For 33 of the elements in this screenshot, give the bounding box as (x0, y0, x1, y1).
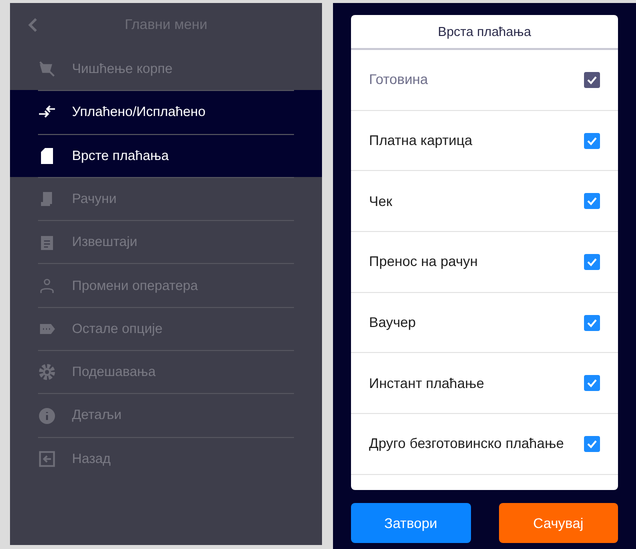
clipboard-icon (38, 233, 56, 252)
checkmark-icon (586, 134, 598, 147)
menu-item[interactable]: Врсте плаћања (10, 134, 322, 177)
checkmark-icon (586, 377, 598, 390)
settings-icon (38, 363, 56, 382)
checkbox[interactable] (584, 254, 600, 270)
option-label: Пренос на рачун (369, 252, 478, 272)
document-icon (38, 146, 56, 165)
checkbox[interactable] (584, 132, 600, 149)
exit-icon (38, 450, 56, 468)
dialog-title: Врста плаћања (438, 22, 532, 41)
back-chevron-icon[interactable] (28, 18, 38, 32)
checkbox[interactable] (584, 314, 600, 331)
info-icon (38, 406, 56, 425)
checkmark-icon (586, 74, 598, 86)
checkbox[interactable] (584, 193, 600, 210)
checkmark-icon (586, 316, 598, 329)
checkmark-icon (586, 438, 598, 450)
checkbox[interactable] (584, 375, 600, 392)
checkbox[interactable] (584, 436, 600, 452)
save-button[interactable]: Сачувај (498, 503, 618, 543)
person-icon (38, 276, 56, 295)
option-label: Ваучер (369, 313, 416, 332)
checkmark-icon (586, 256, 598, 268)
menu-item[interactable]: Уплаћено/Исплаћено (10, 90, 322, 134)
option-label: Чек (369, 192, 392, 211)
option-label: Платна картица (369, 131, 472, 150)
close-button[interactable]: Затвори (351, 503, 470, 543)
checkmark-icon (586, 195, 598, 208)
cart-off-icon (38, 60, 56, 78)
option-label: Друго безготовинско плаћање (369, 434, 564, 454)
option-label: Готовина (369, 70, 428, 90)
option-label: Инстант плаћање (369, 374, 484, 393)
